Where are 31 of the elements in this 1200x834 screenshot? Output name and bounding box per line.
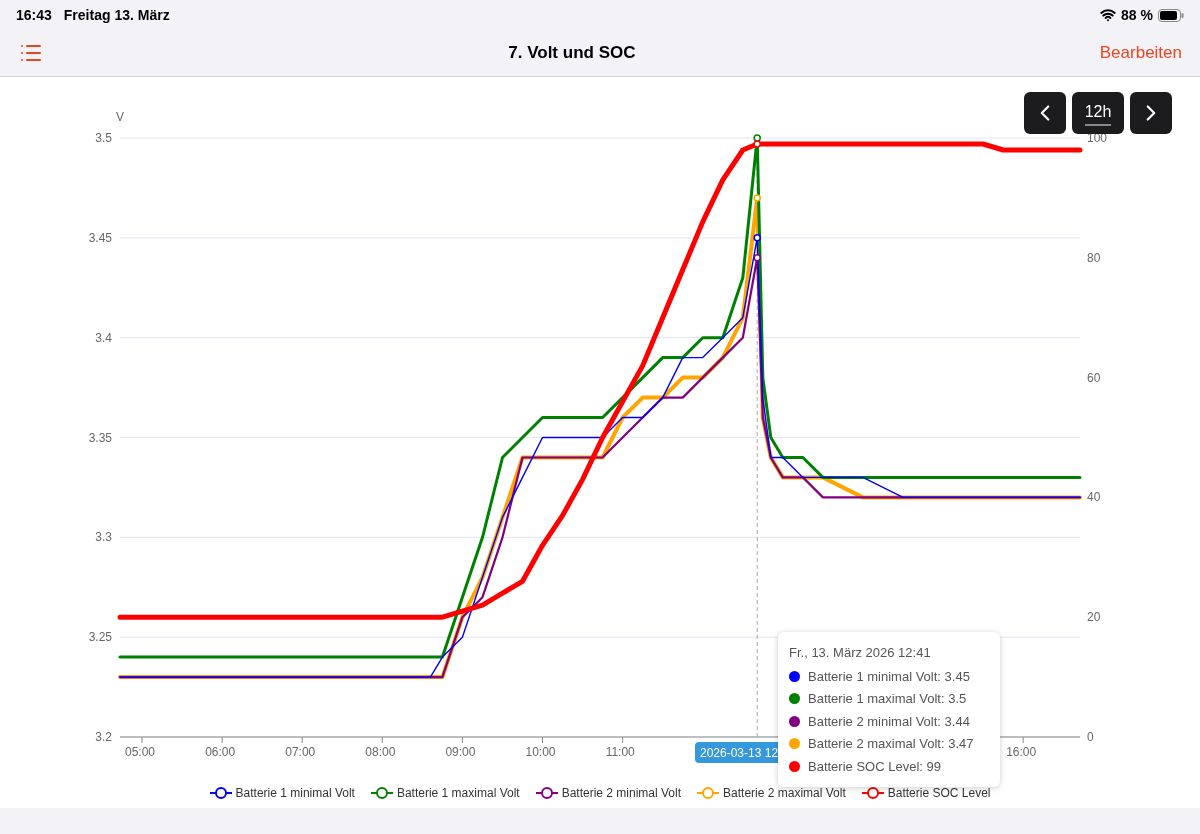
battery-percentage: 88 % — [1121, 5, 1153, 25]
page-title: 7. Volt und SOC — [507, 42, 637, 65]
y-axis-label: 3.5 — [95, 131, 112, 145]
y2-axis-label: 80 — [1087, 250, 1101, 265]
y-axis-label: 3.4 — [95, 330, 112, 345]
x-axis-label: 11:00 — [605, 745, 635, 759]
y2-axis-label: 0 — [1087, 730, 1094, 744]
x-axis-label: 16:00 — [1006, 745, 1037, 759]
y2-axis-label: 40 — [1087, 490, 1101, 505]
tooltip-title: Fr., 13. März 2026 12:41 — [789, 644, 932, 662]
tooltip-item: Batterie SOC Level: 99 — [808, 757, 941, 776]
x-axis-label: 07:00 — [285, 745, 316, 759]
y-axis-label: 3.25 — [88, 630, 112, 645]
status-time: 16:43 — [16, 5, 52, 25]
tooltip-item: Batterie 2 minimal Volt: 3.44 — [808, 712, 970, 731]
x-axis-label: 10:00 — [525, 745, 556, 759]
tooltip-item: Batterie 1 maximal Volt: 3.5 — [808, 690, 967, 708]
y-axis-label: 3.2 — [95, 730, 112, 744]
x-axis-label: 08:00 — [365, 745, 396, 759]
x-axis-label: 05:00 — [125, 745, 156, 759]
status-date: Freitag 13. März — [63, 5, 170, 25]
y2-axis-label: 60 — [1087, 370, 1101, 385]
x-axis-label: 09:00 — [445, 745, 476, 759]
y-axis-label: 3.45 — [88, 230, 112, 245]
y-axis-label: 3.35 — [88, 430, 112, 445]
tooltip-item: Batterie 1 minimal Volt: 3.45 — [808, 667, 970, 686]
y-axis-unit: V — [116, 110, 124, 124]
y-axis-label: 3.3 — [95, 530, 112, 545]
y2-axis-label: 20 — [1087, 610, 1101, 625]
x-axis-label: 06:00 — [205, 745, 236, 759]
tooltip-item: Batterie 2 maximal Volt: 3.47 — [808, 735, 974, 753]
